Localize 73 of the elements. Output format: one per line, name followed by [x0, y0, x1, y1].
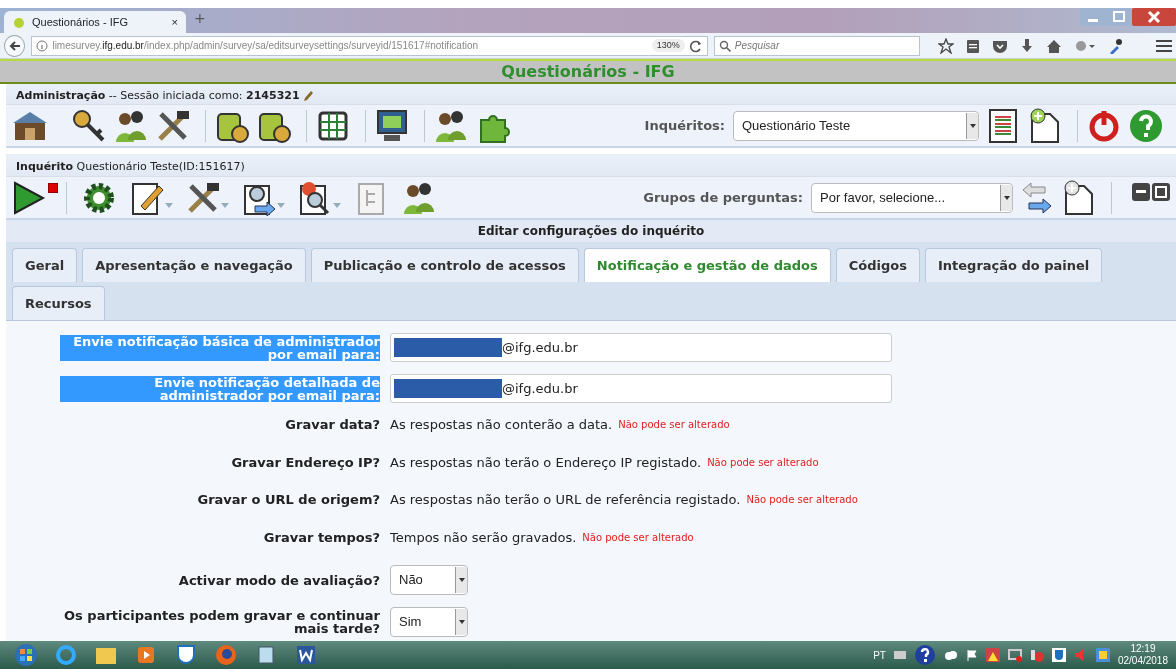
survey-select[interactable]: Questionário Teste [733, 110, 979, 141]
monitor-icon[interactable] [374, 107, 410, 144]
close-icon[interactable] [1132, 8, 1176, 28]
group-select[interactable]: Por favor, selecione... [811, 182, 1013, 213]
star-icon[interactable] [938, 37, 954, 54]
email-field[interactable]: @ifg.edu.br [390, 333, 892, 362]
caret-icon [458, 578, 465, 582]
warning-icon[interactable] [985, 648, 1000, 662]
locked-note: Não pode ser alterado [618, 418, 730, 433]
address-bar[interactable]: limesurvey.ifg.edu.br/index.php/admin/survey/sa/editsurveysettings/surveyid/151617#notification 130% [31, 35, 708, 56]
window-toggle-icon[interactable] [1132, 183, 1170, 203]
keyboard-icon[interactable] [893, 650, 906, 660]
shield-icon[interactable] [1051, 648, 1066, 662]
caret-icon [1003, 195, 1010, 200]
key-icon[interactable] [71, 107, 107, 144]
field-label: Gravar o URL de origem? [197, 493, 380, 507]
clipboard-icon[interactable] [966, 37, 980, 54]
locked-note: Não pode ser alterado [582, 530, 694, 545]
settings-tab[interactable]: Códigos [835, 248, 920, 282]
download-icon[interactable] [1020, 37, 1034, 54]
browser-tab[interactable]: Questionários - IFG × [4, 11, 186, 33]
field-label: Activar modo de avaliação? [178, 573, 380, 587]
locked-note: Não pode ser alterado [746, 493, 858, 508]
field-label: Os participantes podem gravar e continuar mais tarde? [63, 609, 380, 635]
search-field[interactable]: Pesquisar [713, 35, 920, 56]
info-icon [36, 39, 49, 52]
eyedropper-icon[interactable] [1108, 37, 1122, 54]
network-icon[interactable] [1007, 648, 1022, 662]
back-button[interactable] [4, 34, 26, 57]
field-label: Envie notificação detalhada de administrador por email para: [60, 375, 380, 402]
app-title: Questionários - IFG [501, 62, 675, 81]
survey-info-text: Inquérito Questionário Teste(ID:151617) [16, 160, 245, 173]
settings-tab[interactable]: Recursos [12, 286, 105, 320]
field-label: Gravar Endereço IP? [231, 455, 380, 469]
yes-no-select[interactable]: Não [390, 565, 468, 595]
groups-label: Grupos de perguntas: [643, 188, 803, 207]
field-value: As respostas não terão o URL de referência registado. [390, 491, 741, 509]
search-icon [718, 39, 731, 52]
pocket-icon[interactable] [992, 38, 1008, 53]
section-title: Editar configurações do inquérito [477, 224, 705, 238]
cloud-icon[interactable] [943, 650, 958, 660]
yes-no-select[interactable]: Sim [390, 607, 468, 637]
settings-tab[interactable]: Publicação e controlo de acessos [310, 248, 579, 282]
flag-icon[interactable] [965, 649, 978, 661]
caret-icon [969, 123, 976, 128]
pencil-icon[interactable] [302, 90, 313, 102]
menu-icon[interactable] [1156, 38, 1172, 53]
field-label: Envie notificação básica de administrador por email para: [60, 334, 380, 361]
field-label: Gravar tempos? [263, 530, 380, 544]
home-icon[interactable] [1046, 38, 1062, 53]
update-icon[interactable] [1095, 648, 1110, 662]
settings-tab[interactable]: Apresentação e navegação [82, 248, 306, 282]
field-value: As respostas não terão o Endereço IP registado. [390, 453, 702, 472]
help-icon[interactable] [913, 644, 936, 666]
settings-tab[interactable]: Notificação e gestão de dados [583, 248, 831, 282]
tab-close-button[interactable]: × [171, 13, 178, 31]
settings-tab[interactable]: Geral [12, 248, 78, 282]
alert-icon[interactable] [1029, 648, 1044, 662]
clock[interactable]: 12:19 02/04/2018 [1117, 643, 1168, 667]
language-indicator[interactable]: PT [873, 647, 886, 663]
field-value: Tempos não serão gravados. [390, 528, 577, 547]
surveys-label: Inquéritos: [644, 116, 725, 135]
back-arrow-icon [8, 39, 21, 52]
field-label: Gravar data? [285, 418, 380, 432]
caret-icon [458, 620, 465, 624]
firefox-icon[interactable] [213, 643, 239, 667]
reload-icon[interactable] [688, 38, 703, 53]
locked-note: Não pode ser alterado [707, 455, 819, 470]
email-field[interactable]: @ifg.edu.br [390, 374, 892, 403]
start-orb-icon[interactable] [13, 643, 39, 667]
field-value: As respostas não conterão a data. [390, 416, 613, 434]
settings-tab[interactable]: Integração do painel [924, 248, 1103, 282]
admin-session-text: Administração -- Sessão iniciada como: 2145321 [16, 87, 300, 104]
